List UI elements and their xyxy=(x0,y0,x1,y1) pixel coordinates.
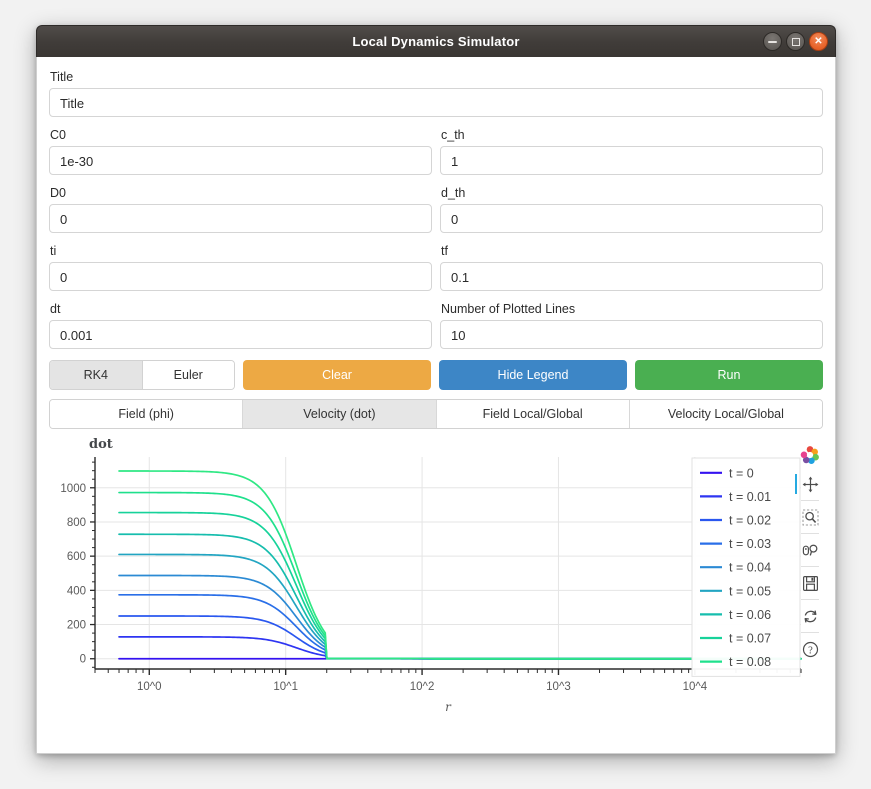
field-tf: tf 0.1 xyxy=(440,244,823,291)
toolbar-divider xyxy=(801,500,819,501)
toolbar-divider xyxy=(801,533,819,534)
field-title: Title Title xyxy=(49,70,823,117)
input-dt[interactable]: 0.001 xyxy=(49,320,432,349)
svg-text:r: r xyxy=(445,700,452,714)
action-buttons-row: RK4 Euler Clear Hide Legend Run xyxy=(49,360,823,390)
clear-button[interactable]: Clear xyxy=(243,360,431,390)
field-dt: dt 0.001 xyxy=(49,302,432,349)
svg-text:10^2: 10^2 xyxy=(410,681,435,693)
svg-text:t = 0.01: t = 0.01 xyxy=(729,490,771,504)
input-tf[interactable]: 0.1 xyxy=(440,262,823,291)
label-nlines: Number of Plotted Lines xyxy=(441,302,576,316)
svg-text:t = 0.03: t = 0.03 xyxy=(729,537,771,551)
plot-container: dot 0 200 400 600 800 1000 10^0 10^1 10^2 10^3 10^… xyxy=(49,437,825,737)
plot-toolbar: ? xyxy=(795,442,825,662)
svg-text:t = 0.04: t = 0.04 xyxy=(729,561,771,575)
svg-text:10^4: 10^4 xyxy=(683,681,708,693)
label-d0: D0 xyxy=(50,186,66,200)
field-nlines: Number of Plotted Lines 10 xyxy=(440,302,823,349)
label-title: Title xyxy=(50,70,74,84)
help-icon[interactable]: ? xyxy=(797,636,823,662)
svg-text:?: ? xyxy=(808,645,813,656)
label-d-th: d_th xyxy=(441,186,466,200)
wheel-zoom-icon[interactable] xyxy=(797,537,823,563)
toolbar-divider xyxy=(801,566,819,567)
svg-text:t = 0: t = 0 xyxy=(729,466,754,480)
toolbar-divider xyxy=(801,632,819,633)
pan-icon[interactable] xyxy=(795,471,823,497)
svg-text:t = 0.08: t = 0.08 xyxy=(729,655,771,669)
input-c0[interactable]: 1e-30 xyxy=(49,146,432,175)
app-window: Local Dynamics Simulator ✕ Title Title C… xyxy=(36,25,836,754)
field-row-c: C0 1e-30 c_th 1 xyxy=(49,128,823,175)
window-title: Local Dynamics Simulator xyxy=(352,34,520,49)
input-title[interactable]: Title xyxy=(49,88,823,117)
hide-legend-button[interactable]: Hide Legend xyxy=(439,360,627,390)
maximize-icon xyxy=(791,37,800,46)
svg-text:1000: 1000 xyxy=(60,483,86,495)
field-c-th: c_th 1 xyxy=(440,128,823,175)
save-icon[interactable] xyxy=(797,570,823,596)
svg-text:10^1: 10^1 xyxy=(273,681,298,693)
window-controls: ✕ xyxy=(763,32,828,51)
svg-text:200: 200 xyxy=(67,620,86,632)
run-button[interactable]: Run xyxy=(635,360,823,390)
solver-option-rk4[interactable]: RK4 xyxy=(50,361,143,389)
input-d0[interactable]: 0 xyxy=(49,204,432,233)
svg-text:400: 400 xyxy=(67,585,86,597)
input-nlines[interactable]: 10 xyxy=(440,320,823,349)
tab-field-local-global[interactable]: Field Local/Global xyxy=(436,400,630,428)
close-button[interactable]: ✕ xyxy=(809,32,828,51)
field-row-d: D0 0 d_th 0 xyxy=(49,186,823,233)
toolbar-divider xyxy=(801,599,819,600)
svg-text:t = 0.07: t = 0.07 xyxy=(729,632,771,646)
label-dt: dt xyxy=(50,302,61,316)
field-ti: ti 0 xyxy=(49,244,432,291)
svg-text:10^0: 10^0 xyxy=(137,681,162,693)
input-ti[interactable]: 0 xyxy=(49,262,432,291)
label-tf: tf xyxy=(441,244,448,258)
input-d-th[interactable]: 0 xyxy=(440,204,823,233)
window-content: Title Title C0 1e-30 c_th 1 D0 0 d_th 0 xyxy=(36,57,836,754)
reset-icon[interactable] xyxy=(797,603,823,629)
svg-text:800: 800 xyxy=(67,517,86,529)
solver-toggle-group: RK4 Euler xyxy=(49,360,235,390)
window-titlebar: Local Dynamics Simulator ✕ xyxy=(36,25,836,57)
bokeh-logo-icon xyxy=(797,442,823,468)
label-c-th: c_th xyxy=(441,128,465,142)
field-d-th: d_th 0 xyxy=(440,186,823,233)
label-c0: C0 xyxy=(50,128,66,142)
input-c-th[interactable]: 1 xyxy=(440,146,823,175)
tab-velocity-local-global[interactable]: Velocity Local/Global xyxy=(629,400,822,428)
field-row-t: ti 0 tf 0.1 xyxy=(49,244,823,291)
svg-text:10^3: 10^3 xyxy=(546,681,571,693)
svg-text:0: 0 xyxy=(80,654,86,666)
plot-tab-bar: Field (phi) Velocity (dot) Field Local/G… xyxy=(49,399,823,429)
svg-text:t = 0.02: t = 0.02 xyxy=(729,514,771,528)
solver-option-euler[interactable]: Euler xyxy=(142,361,234,389)
field-row-dt: dt 0.001 Number of Plotted Lines 10 xyxy=(49,302,823,349)
tab-velocity-dot[interactable]: Velocity (dot) xyxy=(243,400,437,428)
close-icon: ✕ xyxy=(814,36,823,47)
box-zoom-icon[interactable] xyxy=(797,504,823,530)
label-ti: ti xyxy=(50,244,57,258)
tab-field-phi[interactable]: Field (phi) xyxy=(50,400,244,428)
svg-text:t = 0.05: t = 0.05 xyxy=(729,584,771,598)
minimize-button[interactable] xyxy=(763,32,782,51)
plot-canvas[interactable]: 0 200 400 600 800 1000 10^0 10^1 10^2 10^3 10^4 r t … xyxy=(49,437,825,737)
svg-text:600: 600 xyxy=(67,551,86,563)
maximize-button[interactable] xyxy=(786,32,805,51)
field-d0: D0 0 xyxy=(49,186,432,233)
field-c0: C0 1e-30 xyxy=(49,128,432,175)
svg-text:t = 0.06: t = 0.06 xyxy=(729,608,771,622)
minimize-icon xyxy=(768,40,777,43)
